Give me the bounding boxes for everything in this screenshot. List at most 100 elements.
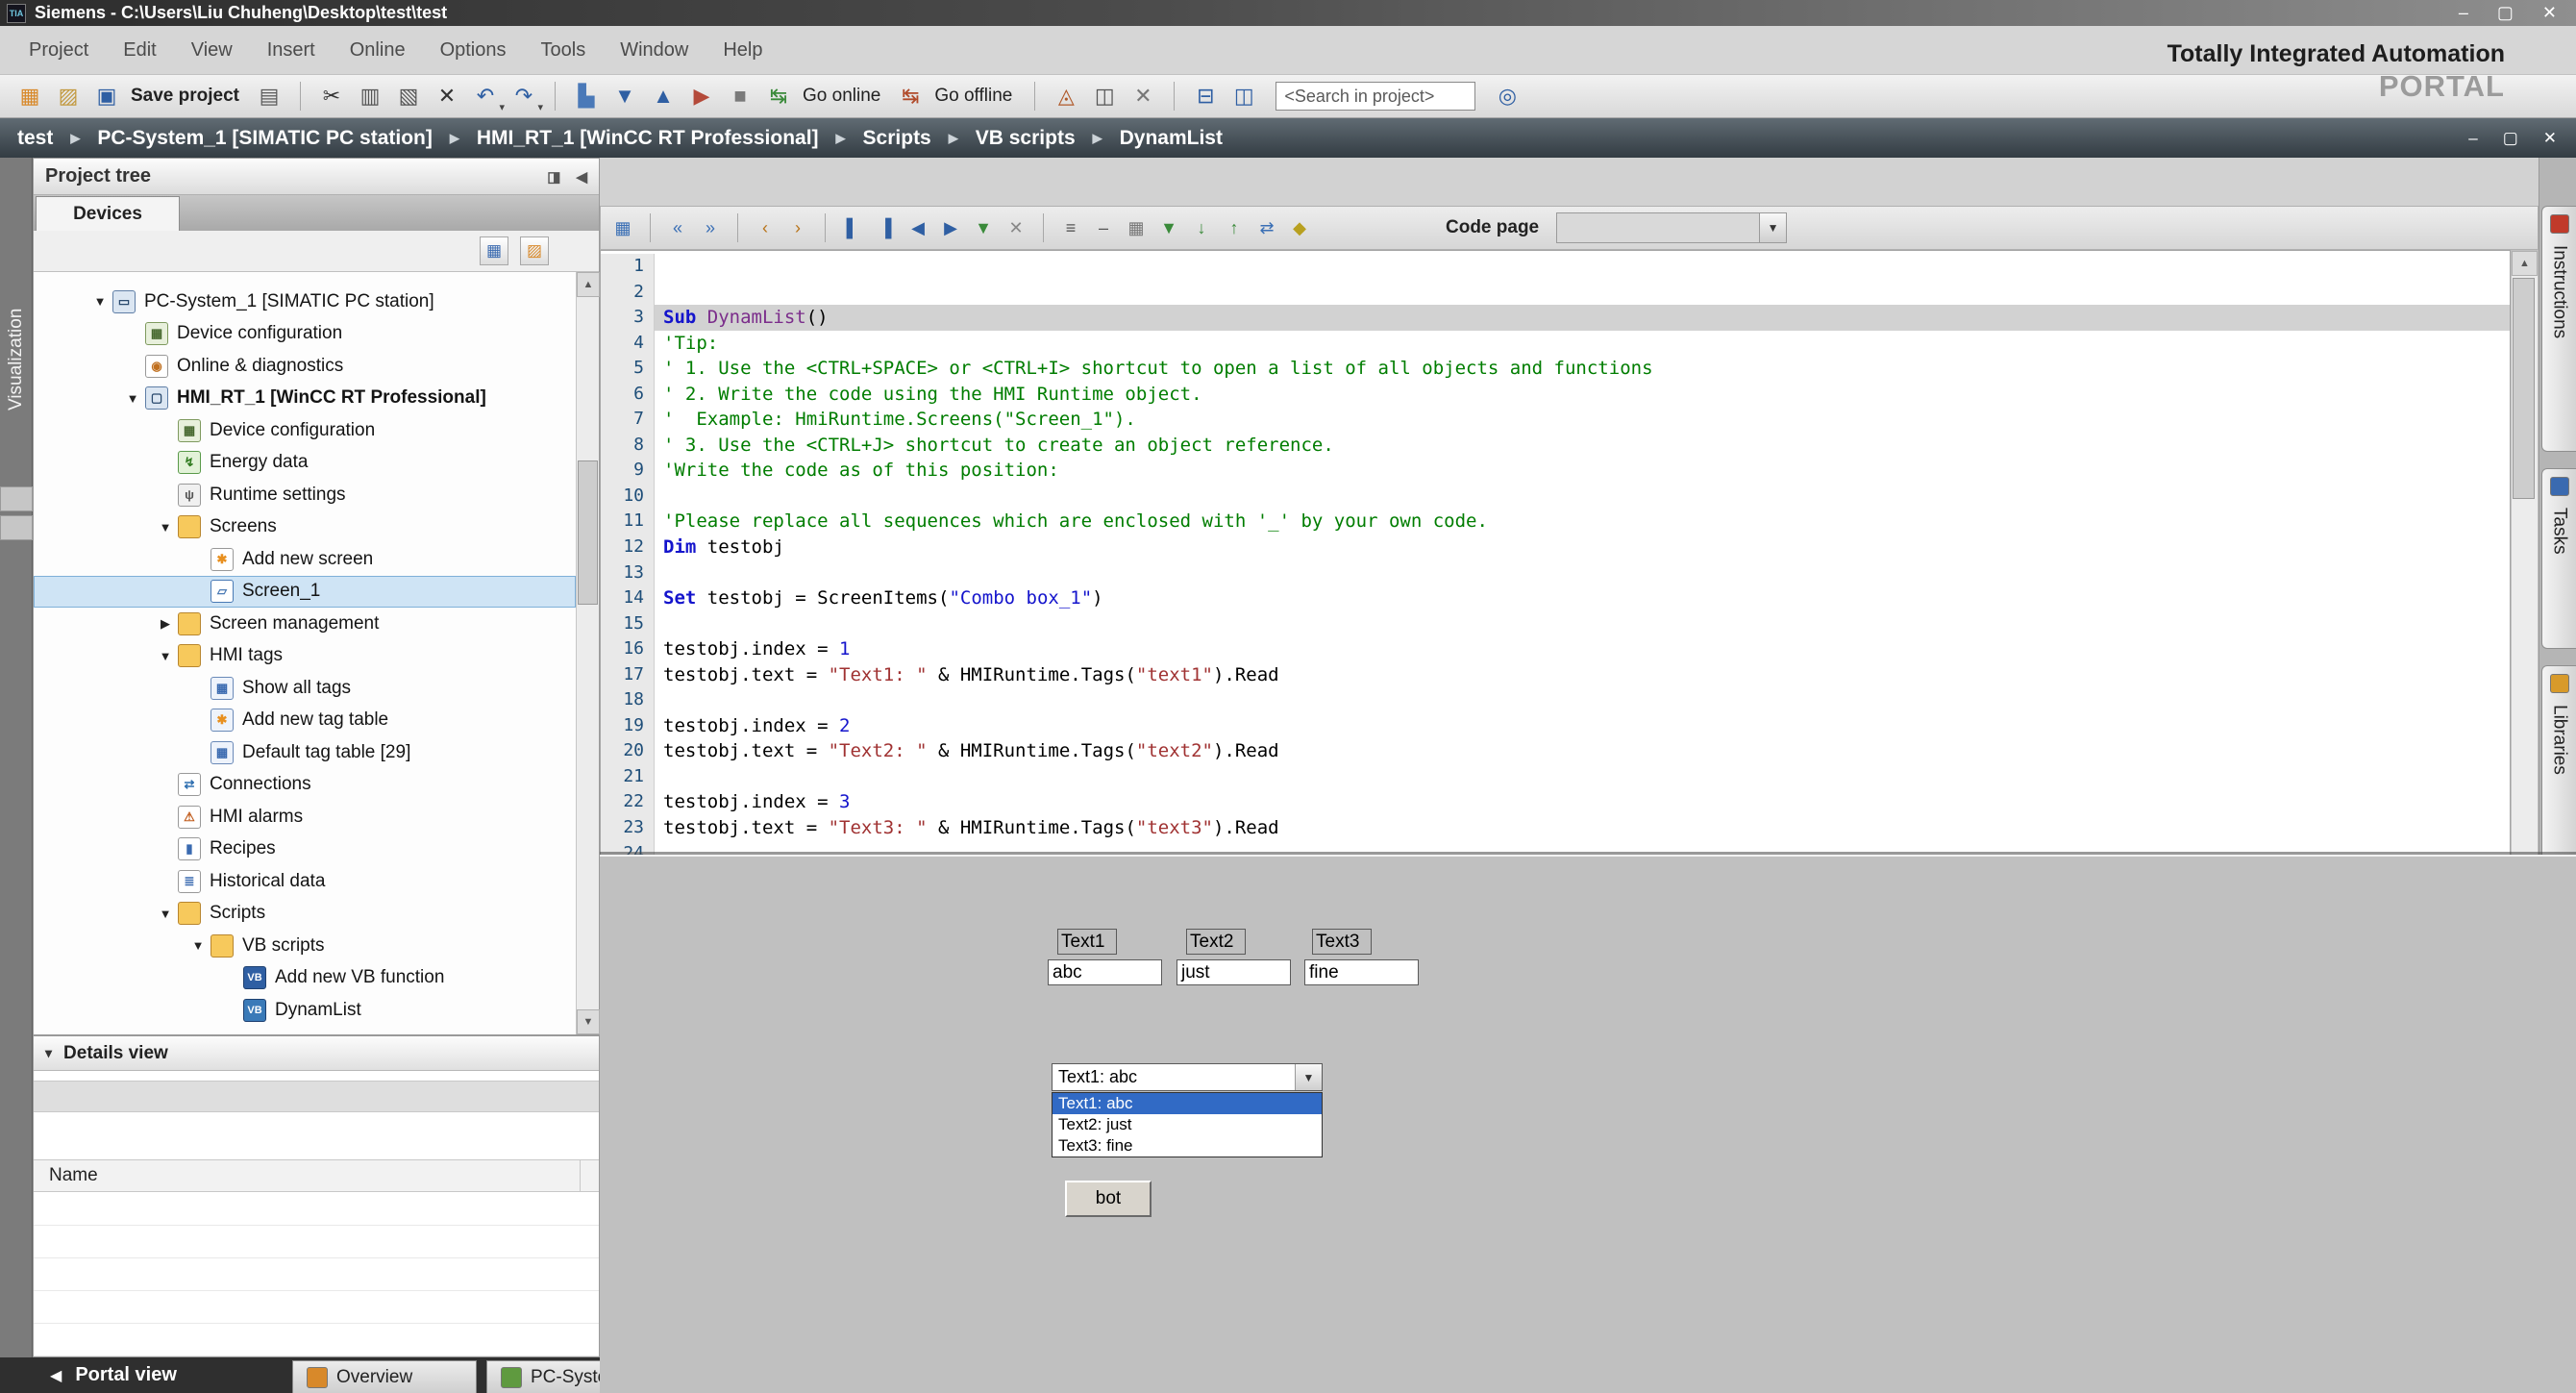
editor-maximize-button[interactable]: ▢ [2503, 129, 2518, 148]
copy-icon[interactable]: ▥ [354, 80, 386, 112]
expander-icon[interactable]: ▼ [120, 391, 145, 406]
shortcuts-icon[interactable]: ▦ [608, 213, 637, 242]
code-line-5[interactable]: 5' 1. Use the <CTRL+SPACE> or <CTRL+I> s… [601, 356, 2510, 382]
tree-item-add-new-tag-table[interactable]: ✱Add new tag table [34, 705, 576, 737]
tree-item-add-new-vb-function[interactable]: VBAdd new VB function [34, 962, 576, 995]
expander-icon[interactable]: ▶ [153, 616, 178, 632]
runtime-input-2[interactable]: just [1177, 959, 1291, 985]
synchronize-icon[interactable]: ⇄ [1252, 213, 1281, 242]
breadcrumb-item-scripts[interactable]: Scripts [863, 127, 931, 150]
expander-icon[interactable]: ▼ [186, 938, 211, 953]
dropdown-item-text1-abc[interactable]: Text1: abc [1053, 1093, 1322, 1114]
expander-icon[interactable]: ▼ [87, 294, 112, 309]
import-icon[interactable]: ↑ [1220, 213, 1249, 242]
breadcrumb-item-dynamlist[interactable]: DynamList [1120, 127, 1223, 150]
new-project-icon[interactable]: ▦ [13, 80, 46, 112]
expander-icon[interactable]: ▼ [153, 907, 178, 921]
code-line-11[interactable]: 11'Please replace all sequences which ar… [601, 509, 2510, 535]
breadcrumb-item-pc-system-1-simatic-pc-station[interactable]: PC-System_1 [SIMATIC PC station] [97, 127, 433, 150]
code-line-18[interactable]: 18 [601, 687, 2510, 713]
print-icon[interactable]: ▤ [253, 80, 285, 112]
code-line-10[interactable]: 10 [601, 484, 2510, 510]
tree-item-screen-1[interactable]: ▱Screen_1 [34, 576, 576, 609]
navigate-backward-icon[interactable]: « [663, 213, 692, 242]
clear-bookmarks-icon[interactable]: ✕ [1002, 213, 1030, 242]
code-line-12[interactable]: 12Dim testobj [601, 535, 2510, 560]
code-page-select[interactable]: ▼ [1556, 212, 1787, 243]
save-project-label[interactable]: Save project [131, 86, 239, 107]
open-project-icon[interactable]: ▨ [52, 80, 85, 112]
tab-tasks[interactable]: Tasks [2541, 468, 2576, 649]
code-line-8[interactable]: 8' 3. Use the <CTRL+J> shortcut to creat… [601, 433, 2510, 459]
download-to-device-icon[interactable]: ▼ [608, 80, 641, 112]
script-settings-icon[interactable]: ◆ [1285, 213, 1314, 242]
scroll-down-icon[interactable]: ▼ [577, 1009, 600, 1034]
collapse-panel-icon[interactable]: ◀ [576, 168, 587, 186]
delete-icon[interactable]: ✕ [431, 80, 463, 112]
maximize-button[interactable]: ▢ [2497, 3, 2514, 23]
go-offline-label[interactable]: Go offline [934, 86, 1012, 107]
split-editor-horizontal-icon[interactable]: ⊟ [1189, 80, 1222, 112]
tree-item-hmi-tags[interactable]: ▼HMI tags [34, 640, 576, 673]
cross-references-icon[interactable]: ✕ [1127, 80, 1159, 112]
set-bookmark-icon[interactable]: ▼ [969, 213, 998, 242]
tab-devices[interactable]: Devices [36, 196, 180, 231]
breadcrumb-item-test[interactable]: test [17, 127, 53, 150]
goto-end-icon[interactable]: ▐ [871, 213, 900, 242]
left-strip-notch[interactable] [0, 515, 33, 540]
breadcrumb-item-vb-scripts[interactable]: VB scripts [976, 127, 1076, 150]
expander-icon[interactable]: ▼ [153, 649, 178, 663]
tree-item-recipes[interactable]: ▮Recipes [34, 833, 576, 866]
tree-item-hmi-rt-1-wincc-rt-professional[interactable]: ▼▢HMI_RT_1 [WinCC RT Professional] [34, 383, 576, 415]
minimize-button[interactable]: – [2459, 3, 2468, 23]
tree-item-default-tag-table-29[interactable]: ▦Default tag table [29] [34, 736, 576, 769]
left-strip-notch[interactable] [0, 486, 33, 511]
tree-item-energy-data[interactable]: ↯Energy data [34, 447, 576, 480]
go-offline-icon[interactable]: ↹ [894, 80, 927, 112]
export-icon[interactable]: ↓ [1187, 213, 1216, 242]
tree-item-connections[interactable]: ⇄Connections [34, 769, 576, 802]
menu-help[interactable]: Help [723, 39, 762, 62]
tree-item-vb-scripts[interactable]: ▼VB scripts [34, 930, 576, 962]
start-runtime-icon[interactable]: ▶ [685, 80, 718, 112]
scrollbar-thumb[interactable] [578, 460, 598, 605]
tree-item-device-configuration[interactable]: ▦Device configuration [34, 318, 576, 351]
tree-item-scripts[interactable]: ▼Scripts [34, 898, 576, 931]
search-in-project-input[interactable]: <Search in project> [1276, 82, 1475, 111]
paste-icon[interactable]: ▧ [392, 80, 425, 112]
dropdown-item-text3-fine[interactable]: Text3: fine [1053, 1135, 1322, 1157]
uncomment-icon[interactable]: – [1089, 213, 1118, 242]
menu-online[interactable]: Online [350, 39, 406, 62]
portal-view-arrow-icon[interactable]: ◀ [50, 1366, 62, 1385]
code-line-3[interactable]: 3Sub DynamList() [601, 305, 2510, 331]
go-online-label[interactable]: Go online [803, 86, 880, 107]
split-editor-vertical-icon[interactable]: ◫ [1227, 80, 1260, 112]
go-online-icon[interactable]: ↹ [762, 80, 795, 112]
code-line-16[interactable]: 16testobj.index = 1 [601, 636, 2510, 662]
menu-project[interactable]: Project [29, 39, 88, 62]
dropdown-arrow-icon[interactable]: ▼ [1295, 1064, 1322, 1090]
previous-bookmark-icon[interactable]: ◀ [904, 213, 932, 242]
upload-from-device-icon[interactable]: ▲ [647, 80, 680, 112]
compile-icon[interactable]: ▙ [570, 80, 603, 112]
menu-window[interactable]: Window [620, 39, 688, 62]
code-line-9[interactable]: 9'Write the code as of this position: [601, 458, 2510, 484]
code-line-1[interactable]: 1 [601, 254, 2510, 280]
code-line-17[interactable]: 17testobj.text = "Text1: " & HMIRuntime.… [601, 662, 2510, 688]
generate-icon[interactable]: ▼ [1154, 213, 1183, 242]
dropdown-item-text2-just[interactable]: Text2: just [1053, 1114, 1322, 1135]
code-line-14[interactable]: 14Set testobj = ScreenItems("Combo box_1… [601, 585, 2510, 611]
code-line-20[interactable]: 20testobj.text = "Text2: " & HMIRuntime.… [601, 738, 2510, 764]
code-line-2[interactable]: 2 [601, 280, 2510, 306]
table-view-icon[interactable]: ▦ [480, 236, 508, 265]
code-line-15[interactable]: 15 [601, 611, 2510, 637]
goto-start-icon[interactable]: ▌ [838, 213, 867, 242]
dock-panel-icon[interactable]: ◨ [547, 168, 560, 186]
dropdown-caret-icon[interactable]: ▾ [499, 101, 505, 113]
chevron-down-icon[interactable]: ▾ [45, 1045, 52, 1061]
code-line-4[interactable]: 4'Tip: [601, 331, 2510, 357]
undo-icon[interactable]: ↶▾ [469, 80, 502, 112]
tree-item-hmi-alarms[interactable]: ⚠HMI alarms [34, 801, 576, 833]
tab-instructions[interactable]: Instructions [2541, 206, 2576, 452]
taskbar-tab-overview[interactable]: Overview [292, 1360, 477, 1393]
